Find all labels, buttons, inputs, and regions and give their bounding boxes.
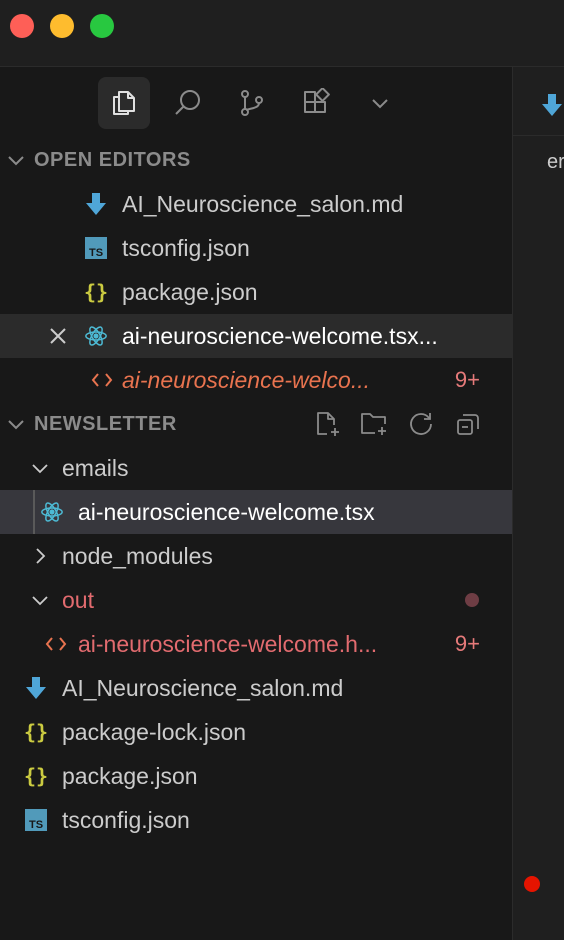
open-editor-item[interactable]: {} package.json: [0, 270, 512, 314]
file-label: tsconfig.json: [62, 807, 190, 833]
problems-badge: 9+: [454, 631, 480, 656]
source-control-tab[interactable]: [226, 77, 278, 129]
file-label: ai-neuroscience-welcome.h...: [78, 631, 378, 657]
html-code-icon: [90, 368, 114, 392]
zoom-window-button[interactable]: [90, 14, 114, 38]
tree-item-active[interactable]: ai-neuroscience-welcome.tsx: [0, 490, 512, 534]
source-control-icon: [241, 90, 263, 116]
markdown-download-icon: [24, 676, 48, 700]
workspace-title: NEWSLETTER: [34, 412, 177, 435]
chevron-down-icon: [8, 420, 24, 430]
folder-emails[interactable]: emails: [0, 446, 512, 490]
react-icon: [84, 324, 108, 348]
search-icon: [175, 90, 200, 115]
activity-bar: [0, 67, 512, 139]
chevron-right-icon: [28, 544, 52, 568]
newsletter-header[interactable]: NEWSLETTER: [0, 402, 512, 446]
tree-item[interactable]: {} package-lock.json: [0, 710, 512, 754]
open-editor-item[interactable]: AI_Neuroscience_salon.md: [0, 182, 512, 226]
minimize-window-button[interactable]: [50, 14, 74, 38]
tree-item[interactable]: AI_Neuroscience_salon.md: [0, 666, 512, 710]
open-editor-label: ai-neuroscience-welcome.tsx...: [122, 323, 438, 349]
json-braces-icon: {}: [23, 764, 49, 788]
folder-label: emails: [62, 455, 129, 481]
html-code-icon: [44, 632, 68, 656]
modified-indicator: [465, 593, 479, 607]
title-bar: [0, 0, 564, 67]
close-window-button[interactable]: [10, 14, 34, 38]
tree-item[interactable]: ai-neuroscience-welcome.h... 9+: [0, 622, 512, 666]
folder-label: node_modules: [62, 543, 213, 569]
files-icon: [113, 91, 135, 115]
typescript-icon: TS: [84, 236, 108, 260]
extensions-icon: [304, 88, 330, 113]
close-icon[interactable]: [46, 324, 70, 348]
open-editors-title: OPEN EDITORS: [34, 148, 191, 171]
problems-badge: 9+: [454, 367, 480, 392]
json-braces-icon: {}: [83, 280, 109, 304]
open-editor-label: AI_Neuroscience_salon.md: [122, 191, 404, 217]
folder-node-modules[interactable]: node_modules: [0, 534, 512, 578]
open-editor-item[interactable]: TS tsconfig.json: [0, 226, 512, 270]
editor-tab[interactable]: [513, 67, 564, 136]
svg-text:TS: TS: [29, 819, 43, 831]
editor-content: er: [547, 151, 564, 173]
open-editor-item[interactable]: ai-neuroscience-welco... 9+: [0, 358, 512, 402]
chevron-down-icon: [372, 99, 388, 109]
file-label: AI_Neuroscience_salon.md: [62, 675, 344, 701]
search-tab[interactable]: [162, 77, 214, 129]
typescript-icon: TS: [24, 808, 48, 832]
markdown-download-icon: [84, 192, 108, 216]
json-braces-icon: {}: [23, 720, 49, 744]
folder-label: out: [62, 587, 94, 613]
chevron-down-icon: [8, 156, 24, 166]
extensions-tab[interactable]: [290, 77, 342, 129]
file-label: package-lock.json: [62, 719, 247, 745]
open-editors-header[interactable]: OPEN EDITORS: [0, 138, 512, 182]
chevron-down-icon: [28, 588, 52, 612]
open-editor-label: ai-neuroscience-welco...: [122, 367, 371, 393]
editor-area[interactable]: er: [513, 67, 564, 940]
svg-text:TS: TS: [89, 247, 103, 259]
more-views-button[interactable]: [354, 77, 406, 129]
chevron-down-icon: [28, 456, 52, 480]
file-label: package.json: [62, 763, 198, 789]
new-file-icon[interactable]: [311, 408, 343, 440]
collapse-all-icon[interactable]: [452, 408, 484, 440]
open-editor-item-active[interactable]: ai-neuroscience-welcome.tsx...: [0, 314, 512, 358]
folder-out[interactable]: out: [0, 578, 512, 622]
explorer-tab[interactable]: [98, 77, 150, 129]
markdown-download-icon: [541, 93, 563, 122]
record-indicator: [524, 876, 540, 892]
new-folder-icon[interactable]: [358, 408, 390, 440]
explorer-sidebar: OPEN EDITORS AI_Neuroscience_salon.md TS…: [0, 67, 512, 940]
file-label: ai-neuroscience-welcome.tsx: [78, 499, 375, 525]
refresh-icon[interactable]: [405, 408, 437, 440]
tree-item[interactable]: {} package.json: [0, 754, 512, 798]
open-editor-label: package.json: [122, 279, 258, 305]
open-editor-label: tsconfig.json: [122, 235, 250, 261]
react-icon: [40, 500, 64, 524]
tree-item[interactable]: TS tsconfig.json: [0, 798, 512, 842]
